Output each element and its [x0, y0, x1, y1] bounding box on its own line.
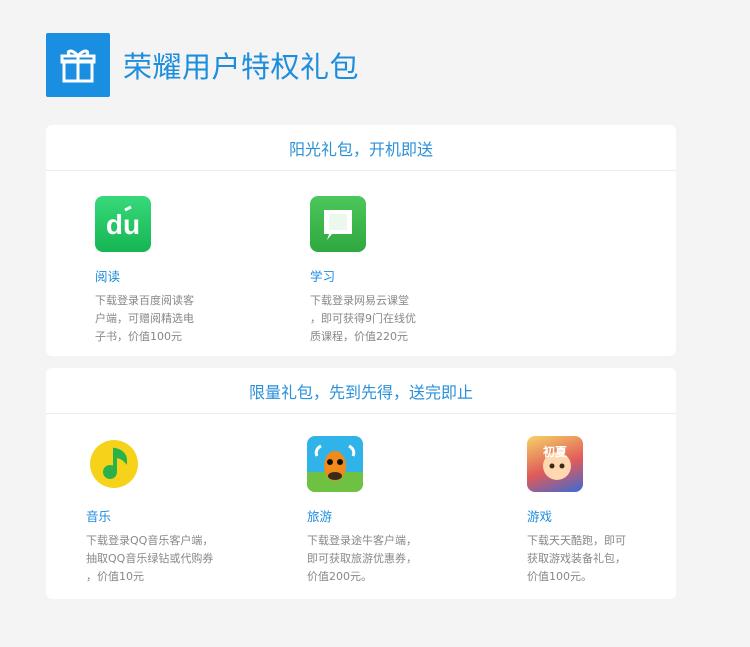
item-description: 下载登录途牛客户端， 即可获取旅游优惠券， 价值200元。 [307, 534, 417, 583]
gift-item-game[interactable]: 初夏 游戏 下载天天酷跑，即可 获取游戏装备礼包， 价值100元。 [527, 436, 667, 586]
item-name: 音乐 [86, 509, 112, 524]
baidu-read-icon[interactable]: du [95, 196, 151, 252]
section-title: 限量礼包，先到先得，送完即止 [46, 368, 676, 414]
item-name: 阅读 [95, 269, 121, 284]
netease-study-icon[interactable] [310, 196, 366, 252]
page-header: 荣耀用户特权礼包 [46, 33, 359, 97]
gift-item-reading[interactable]: du 阅读 下载登录百度阅读客 户端，可赠阅精选电 子书，价值100元 [95, 196, 235, 346]
qq-music-icon[interactable] [86, 436, 142, 492]
gift-item-music[interactable]: 音乐 下载登录QQ音乐客户端， 抽取QQ音乐绿钻或代购券 ，价值10元 [86, 436, 226, 586]
game-icon-text: 初夏 [543, 444, 568, 459]
item-name: 游戏 [527, 509, 553, 524]
sunshine-gift-card: 阳光礼包，开机即送 du 阅读 下载登录百度阅读客 户端，可赠阅精选电 子书，价… [46, 125, 676, 356]
item-description: 下载天天酷跑，即可 获取游戏装备礼包， 价值100元。 [527, 534, 626, 583]
gift-icon [46, 33, 110, 97]
game-icon[interactable]: 初夏 [527, 436, 583, 492]
item-description: 下载登录百度阅读客 户端，可赠阅精选电 子书，价值100元 [95, 294, 194, 343]
gift-item-study[interactable]: 学习 下载登录网易云课堂 ，即可获得9门在线优 质课程，价值220元 [310, 196, 450, 346]
section-title: 阳光礼包，开机即送 [46, 125, 676, 171]
limited-gift-card: 限量礼包，先到先得，送完即止 音乐 下载登录QQ音乐客户端， 抽取QQ音乐绿钻或… [46, 368, 676, 599]
gift-item-travel[interactable]: 旅游 下载登录途牛客户端， 即可获取旅游优惠券， 价值200元。 [307, 436, 447, 586]
baidu-read-icon-text: du [106, 209, 140, 240]
item-name: 旅游 [307, 509, 333, 524]
page-title: 荣耀用户特权礼包 [123, 50, 360, 84]
item-description: 下载登录QQ音乐客户端， 抽取QQ音乐绿钻或代购券 ，价值10元 [86, 534, 214, 583]
item-name: 学习 [310, 269, 336, 284]
item-description: 下载登录网易云课堂 ，即可获得9门在线优 质课程，价值220元 [310, 294, 416, 343]
tuniu-icon[interactable] [307, 436, 363, 492]
